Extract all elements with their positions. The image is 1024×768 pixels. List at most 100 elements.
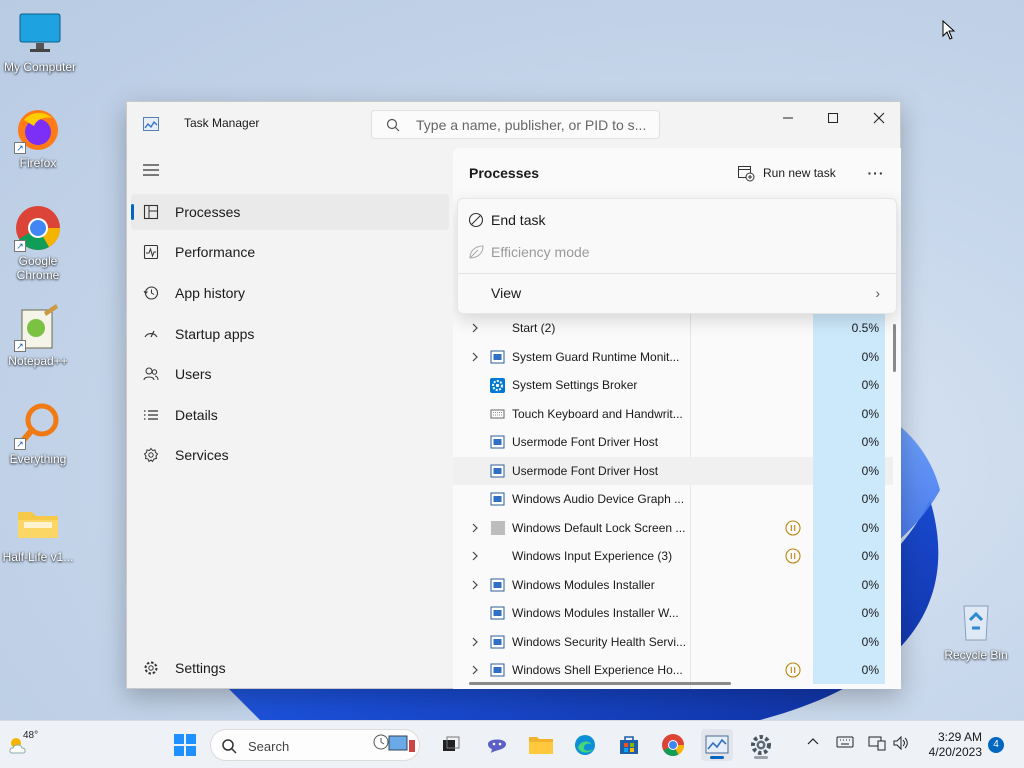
taskbar-file-explorer[interactable] [525, 729, 557, 761]
desktop-icon-label: Half-Life v1... [2, 550, 74, 564]
weather-widget[interactable]: 48° [8, 729, 48, 761]
taskbar-settings[interactable] [745, 729, 777, 761]
search-icon [222, 739, 237, 754]
process-cpu: 0% [813, 456, 885, 485]
desktop-icon-firefox[interactable]: ↗ Firefox [0, 106, 78, 170]
process-row[interactable]: Windows Default Lock Screen ... 0% [453, 513, 893, 542]
taskbar-task-view[interactable] [435, 729, 467, 761]
close-button[interactable] [856, 102, 902, 134]
clock-date: 4/20/2023 [928, 745, 982, 759]
app-window-icon [490, 635, 505, 649]
process-row[interactable]: Windows Modules Installer W... 0% [453, 599, 893, 627]
desktop-icon-everything[interactable]: ↗ Everything [0, 402, 78, 466]
taskbar-clock[interactable]: 3:29 AM 4/20/2023 [916, 730, 982, 760]
services-icon [143, 447, 159, 463]
process-cpu: 0.5% [813, 314, 885, 342]
hamburger-icon [143, 164, 159, 176]
menu-item-label: View [491, 285, 522, 301]
show-hidden-icons-button[interactable] [803, 735, 823, 755]
menu-item-view[interactable]: View › [458, 278, 896, 308]
volume-tray[interactable] [891, 735, 911, 755]
taskbar-store[interactable] [613, 729, 645, 761]
chevron-up-icon [807, 738, 819, 745]
chrome-icon: ↗ [14, 204, 62, 252]
nav-app-history[interactable]: App history [131, 275, 449, 311]
menu-item-efficiency-mode[interactable]: Efficiency mode [458, 237, 896, 267]
shortcut-arrow-icon: ↗ [14, 240, 26, 252]
desktop-icon-recycle-bin[interactable]: Recycle Bin [936, 598, 1016, 662]
search-input[interactable] [416, 116, 652, 134]
app-window-icon [490, 606, 505, 620]
taskbar-task-manager[interactable] [701, 729, 733, 761]
process-row[interactable]: Windows Security Health Servi... 0% [453, 627, 893, 656]
process-row[interactable]: System Settings Broker 0% [453, 371, 893, 399]
active-indicator [754, 756, 768, 759]
nav-label: Processes [175, 204, 241, 220]
process-row[interactable]: System Guard Runtime Monit... 0% [453, 342, 893, 371]
run-new-task-label: Run new task [763, 166, 836, 180]
process-cpu: 0% [813, 627, 885, 656]
nav-performance[interactable]: Performance [131, 234, 449, 270]
taskbar-edge[interactable] [569, 729, 601, 761]
process-row[interactable]: Windows Modules Installer 0% [453, 570, 893, 599]
nav-services[interactable]: Services [131, 437, 449, 473]
window-title: Task Manager [184, 116, 260, 130]
details-icon [144, 410, 158, 420]
maximize-button[interactable] [810, 102, 856, 134]
chevron-right-icon[interactable] [471, 664, 481, 676]
process-cpu: 0% [813, 513, 885, 542]
app-window-icon [490, 663, 505, 677]
taskbar-chrome[interactable] [657, 729, 689, 761]
chevron-right-icon[interactable] [471, 550, 481, 562]
chevron-right-icon[interactable] [471, 579, 481, 591]
nav-startup-apps[interactable]: Startup apps [131, 316, 449, 352]
task-manager-app-icon [143, 117, 159, 131]
taskbar-teams-chat[interactable] [481, 729, 513, 761]
desktop-icon-my-computer[interactable]: My Computer [0, 10, 80, 74]
notification-badge[interactable]: 4 [988, 737, 1004, 753]
gear-icon [144, 661, 158, 675]
process-cpu: 0% [813, 599, 885, 627]
keyboard-tray[interactable] [835, 735, 855, 755]
network-tray[interactable] [867, 735, 887, 755]
taskbar-search[interactable]: Search [210, 729, 420, 761]
chrome-icon [662, 734, 684, 756]
task-manager-icon [705, 735, 729, 754]
menu-item-end-task[interactable]: End task [458, 205, 896, 235]
vertical-scrollbar[interactable] [893, 324, 896, 372]
monitor-icon [16, 10, 64, 58]
process-row[interactable]: Start (2) 0.5% [453, 314, 893, 342]
pane-header: Processes Run new task ··· [453, 148, 901, 198]
nav-details[interactable]: Details [131, 397, 449, 433]
process-row[interactable]: Windows Shell Experience Ho... 0% [453, 656, 893, 684]
process-row[interactable]: Usermode Font Driver Host 0% [453, 428, 893, 456]
desktop-icon-notepad-plus-plus[interactable]: ↗ Notepad++ [0, 304, 78, 368]
page-title: Processes [469, 165, 540, 181]
minimize-icon [783, 117, 793, 119]
horizontal-scrollbar[interactable] [469, 682, 731, 685]
process-row[interactable]: Windows Input Experience (3) 0% [453, 542, 893, 570]
start-button[interactable] [169, 729, 201, 761]
process-row[interactable]: Touch Keyboard and Handwrit... 0% [453, 399, 893, 428]
search-icon [386, 118, 400, 132]
process-row[interactable]: Usermode Font Driver Host 0% [453, 456, 893, 485]
nav-users[interactable]: Users [131, 356, 449, 392]
process-search-box[interactable] [371, 110, 660, 139]
navigation-menu-button[interactable] [139, 158, 163, 182]
more-options-button[interactable]: ··· [861, 162, 891, 184]
nav-settings[interactable]: Settings [131, 650, 449, 686]
process-row[interactable]: Windows Audio Device Graph ... 0% [453, 485, 893, 513]
chevron-right-icon[interactable] [471, 351, 481, 363]
desktop-icon-half-life[interactable]: Half-Life v1... [0, 500, 78, 564]
nav-processes[interactable]: Processes [131, 194, 449, 230]
chevron-right-icon[interactable] [471, 636, 481, 648]
suspended-status-icon [785, 548, 801, 564]
minimize-button[interactable] [765, 102, 811, 134]
run-new-task-button[interactable]: Run new task [737, 162, 836, 184]
chevron-right-icon[interactable] [471, 322, 481, 334]
process-name: Usermode Font Driver Host [512, 435, 659, 449]
title-bar[interactable]: Task Manager [127, 102, 900, 146]
weather-temperature: 48° [23, 730, 39, 741]
chevron-right-icon[interactable] [471, 522, 481, 534]
desktop-icon-google-chrome[interactable]: ↗ Google Chrome [0, 204, 78, 282]
